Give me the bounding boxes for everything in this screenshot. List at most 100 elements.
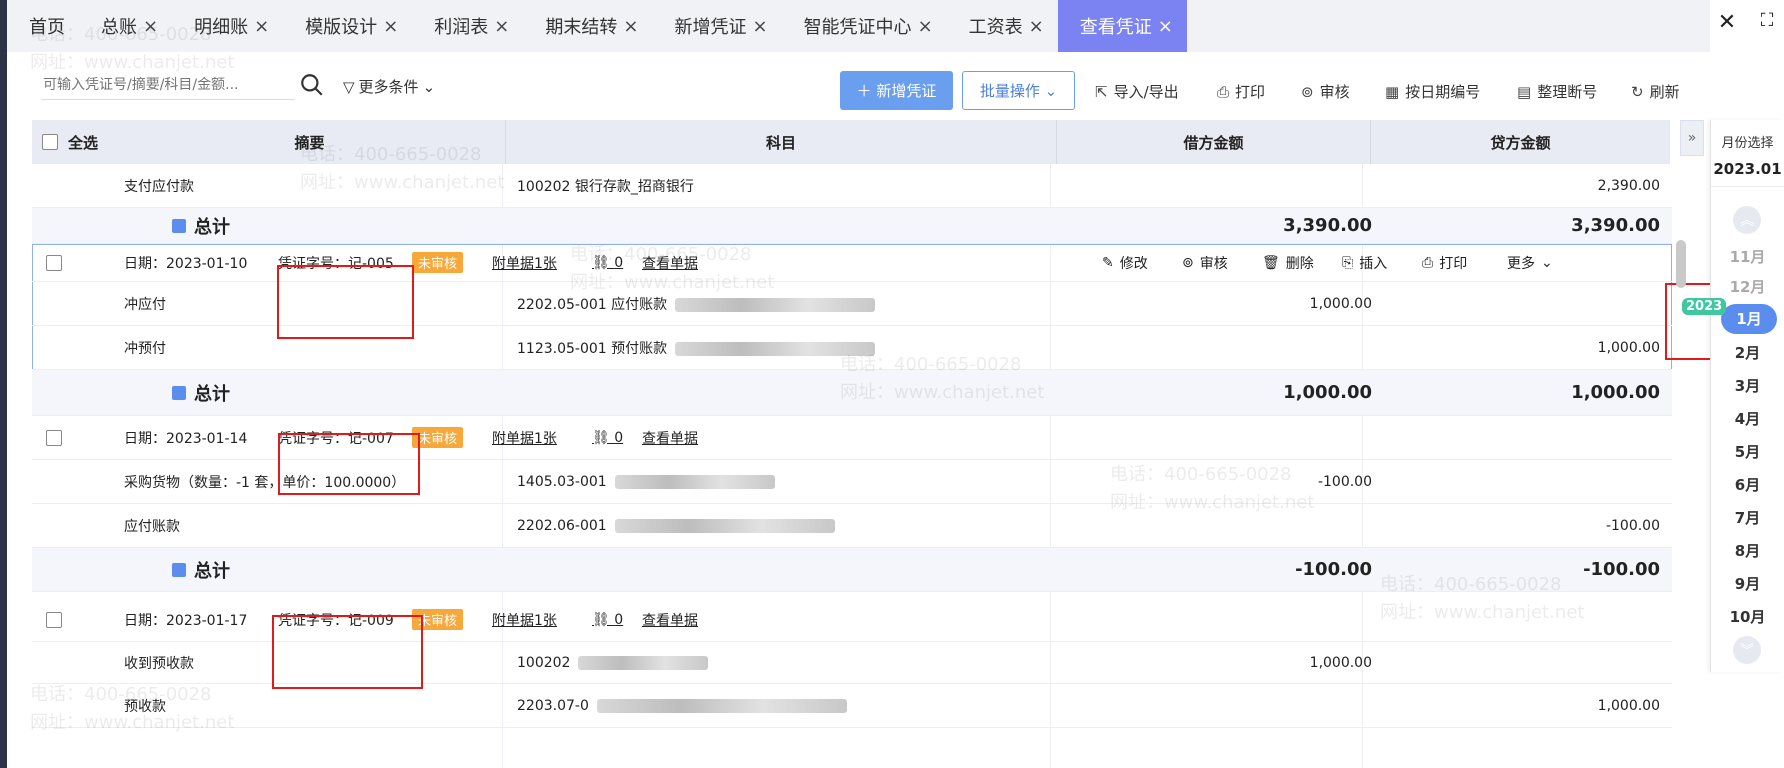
line-subject: 2202.06-001 (517, 518, 835, 534)
tidy-gaps-button[interactable]: ▤ 整理断号 (1517, 81, 1597, 102)
month-item-selected[interactable]: 1月 (1721, 304, 1777, 334)
line-debit: 1,000.00 (1309, 295, 1372, 312)
window-close-icon[interactable]: ✕ (1712, 10, 1742, 35)
tab-template-design[interactable]: 模版设计 × (283, 0, 412, 52)
month-item[interactable]: 2月 (1711, 342, 1784, 363)
total-credit: 1,000.00 (1571, 382, 1660, 403)
month-item[interactable]: 6月 (1711, 474, 1784, 495)
refresh-button[interactable]: ↻ 刷新 (1631, 81, 1680, 102)
edit-action[interactable]: ✎ 修改 (1102, 253, 1148, 273)
new-voucher-button[interactable]: ＋ 新增凭证 (840, 71, 953, 110)
status-badge: 未审核 (412, 252, 464, 273)
chevron-down-icon[interactable]: ︾ (1733, 636, 1761, 664)
audit-action[interactable]: ⊚ 审核 (1182, 253, 1228, 273)
collapse-panel-toggle[interactable]: » (1680, 120, 1704, 156)
tab-period-close[interactable]: 期末结转 × (523, 0, 652, 52)
redacted-text (675, 341, 876, 356)
view-documents-link[interactable]: 查看单据 (642, 428, 698, 448)
vertical-scrollbar[interactable] (1676, 240, 1686, 288)
month-item[interactable]: 8月 (1711, 540, 1784, 561)
close-icon[interactable]: × (254, 16, 269, 37)
tab-detail-ledger[interactable]: 明细账 × (172, 0, 283, 52)
close-icon[interactable]: × (143, 16, 158, 37)
more-conditions-button[interactable]: ▽ 更多条件 ⌄ (343, 76, 435, 97)
month-item[interactable]: 7月 (1711, 507, 1784, 528)
month-item[interactable]: 12月 (1711, 276, 1784, 297)
close-icon[interactable]: × (494, 16, 509, 37)
window-maximize-icon[interactable]: ⛶ (1752, 10, 1782, 31)
tab-new-voucher[interactable]: 新增凭证 × (652, 0, 781, 52)
search-input[interactable] (41, 70, 295, 100)
month-item[interactable]: 11月 (1711, 246, 1784, 267)
link-count[interactable]: ⛓ 0 (592, 430, 623, 446)
total-label-text: 总计 (194, 216, 230, 238)
view-documents-link[interactable]: 查看单据 (642, 610, 698, 630)
debit-header: 借方金额 (1057, 120, 1371, 164)
voucher-checkbox[interactable] (46, 429, 62, 446)
voucher-total-row: 总计 1,000.00 1,000.00 (32, 370, 1672, 416)
attachments-link[interactable]: 附单据1张 (492, 253, 557, 273)
tab-label: 智能凭证中心 (803, 17, 912, 38)
tab-income-statement[interactable]: 利润表 × (412, 0, 523, 52)
import-export-label: 导入/导出 (1113, 83, 1179, 101)
line-summary: 收到预收款 (124, 655, 194, 672)
year-tag: 2023 (1682, 298, 1727, 315)
line-subject: 100202 银行存款_招商银行 (517, 178, 694, 195)
print-action[interactable]: ⎙ 打印 (1422, 253, 1467, 273)
voucher-date: 日期：2023-01-17 (124, 612, 248, 629)
close-icon[interactable]: × (1029, 16, 1044, 37)
select-all-cell[interactable]: 全选 (32, 120, 114, 164)
insert-action[interactable]: ⎘ 插入 (1342, 253, 1387, 273)
month-item[interactable]: 3月 (1711, 375, 1784, 396)
close-icon[interactable]: × (752, 16, 767, 37)
tab-view-voucher[interactable]: 查看凭证 × (1057, 0, 1187, 52)
voucher-line[interactable]: 支付应付款 100202 银行存款_招商银行 2,390.00 (32, 164, 1672, 208)
highlight-box (277, 265, 414, 339)
close-icon[interactable]: × (383, 16, 398, 37)
batch-operations-button[interactable]: 批量操作 ⌄ (962, 71, 1075, 110)
voucher-line[interactable]: 应付账款 2202.06-001 -100.00 (32, 504, 1672, 548)
tab-smart-voucher-center[interactable]: 智能凭证中心 × (782, 0, 947, 52)
month-item[interactable]: 5月 (1711, 441, 1784, 462)
tab-home[interactable]: 首页 (7, 0, 79, 52)
tab-general-ledger[interactable]: 总账 × (79, 0, 172, 52)
chevron-down-icon: ⌄ (422, 77, 436, 96)
calendar-icon (172, 385, 186, 400)
link-count[interactable]: ⛓ 0 (592, 612, 623, 628)
voucher-line[interactable]: 预收款 2203.07-0 1,000.00 (32, 684, 1672, 728)
import-export-button[interactable]: ⇱ 导入/导出 (1095, 81, 1179, 102)
tab-label: 利润表 (434, 17, 489, 38)
number-by-date-button[interactable]: ▦ 按日期编号 (1385, 81, 1480, 102)
month-picker-title: 月份选择 (1721, 136, 1774, 151)
view-documents-link[interactable]: 查看单据 (642, 253, 698, 273)
close-icon[interactable]: × (623, 16, 638, 37)
attachments-link[interactable]: 附单据1张 (492, 610, 557, 630)
chevron-up-icon[interactable]: ︽ (1733, 206, 1761, 234)
link-count[interactable]: ⛓ 0 (592, 255, 623, 271)
month-item[interactable]: 4月 (1711, 408, 1784, 429)
print-button[interactable]: ⎙ 打印 (1217, 81, 1265, 102)
export-icon: ⇱ (1095, 82, 1108, 101)
summary-header: 摘要 (114, 120, 506, 164)
month-picker: 月份选择 2023.01 ︽ 11月 12月 1月 2月 3月 4月 5月 6月… (1710, 120, 1784, 672)
voucher-checkbox[interactable] (46, 254, 62, 271)
attachments-link[interactable]: 附单据1张 (492, 428, 557, 448)
close-icon[interactable]: × (1158, 16, 1173, 37)
tab-payroll[interactable]: 工资表 × (947, 0, 1058, 52)
more-action[interactable]: 更多 ⌄ (1507, 253, 1553, 273)
close-icon[interactable]: × (918, 16, 933, 37)
audit-button[interactable]: ⊚ 审核 (1301, 81, 1350, 102)
tab-label: 工资表 (968, 17, 1023, 38)
edit-label: 修改 (1119, 255, 1148, 272)
month-item[interactable]: 10月 (1711, 606, 1784, 627)
voucher-checkbox[interactable] (46, 611, 62, 628)
total-debit: -100.00 (1295, 559, 1372, 580)
link-count-value: 0 (614, 254, 624, 271)
link-icon: ⛓ (592, 611, 615, 628)
credit-header: 贷方金额 (1490, 133, 1551, 152)
search-icon[interactable] (299, 72, 325, 98)
batch-operations-label: 批量操作 (979, 82, 1040, 100)
delete-action[interactable]: 🗑 删除 (1262, 253, 1314, 273)
select-all-checkbox[interactable] (42, 134, 58, 150)
month-item[interactable]: 9月 (1711, 573, 1784, 594)
